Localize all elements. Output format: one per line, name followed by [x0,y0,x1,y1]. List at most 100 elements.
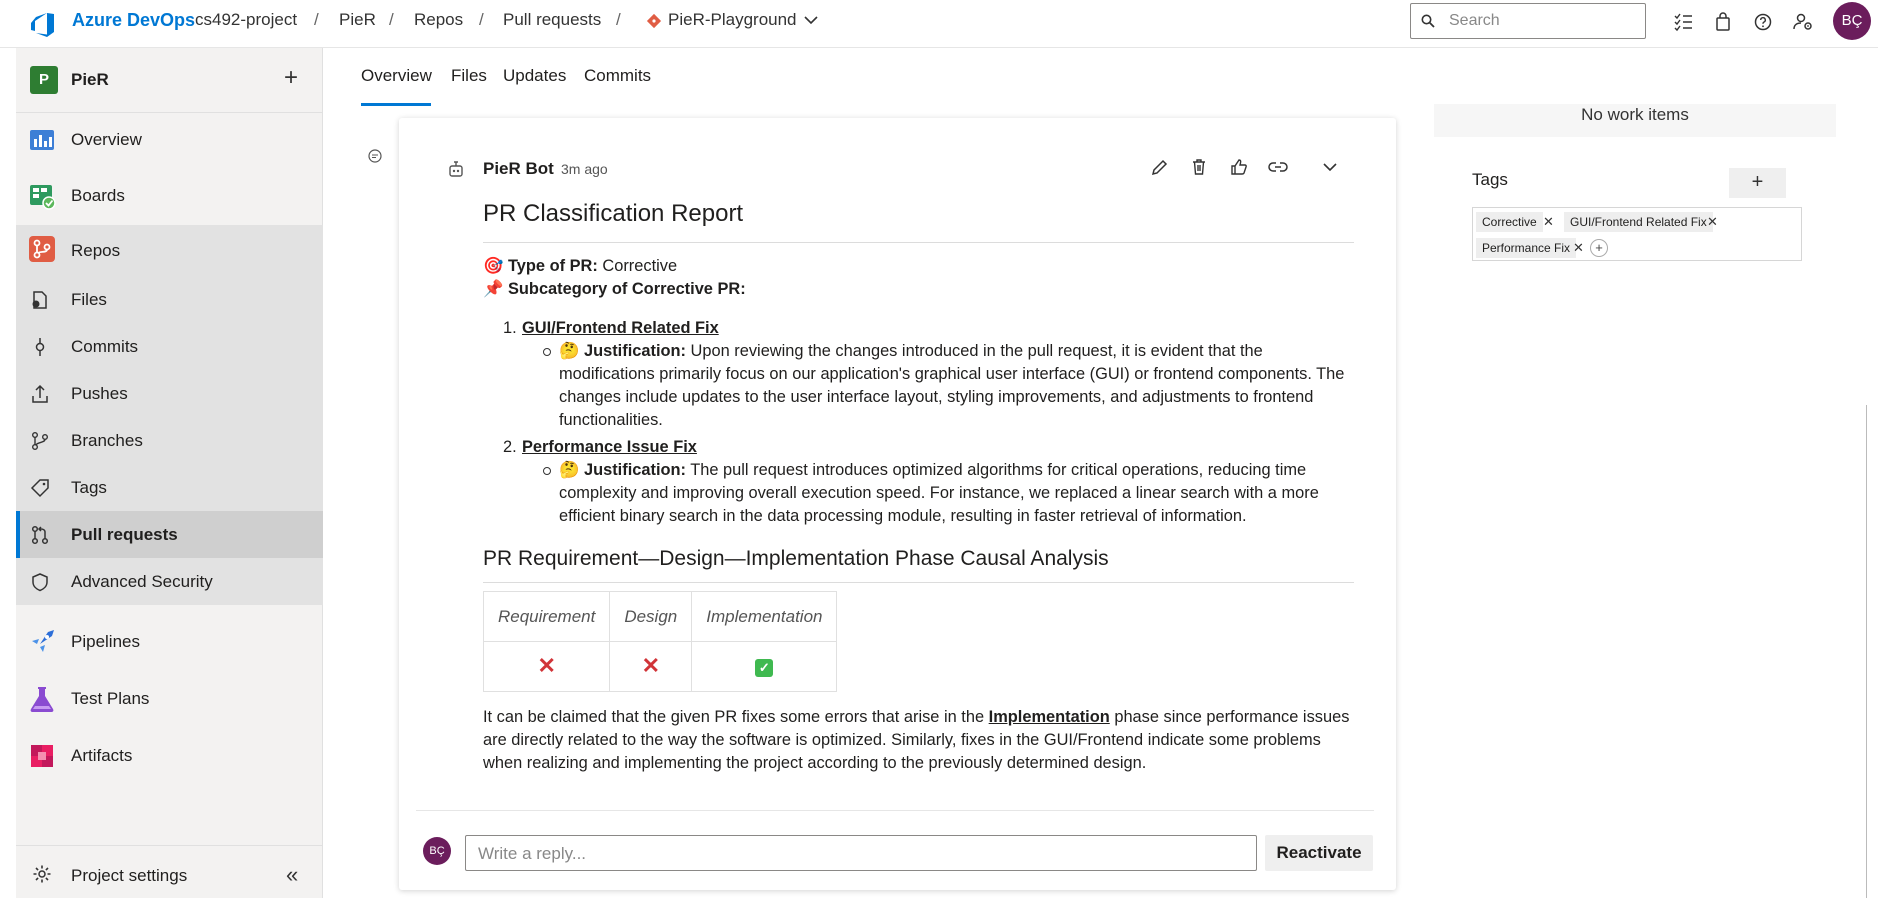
table-cell: ✕ [609,641,693,692]
delete-icon[interactable] [1189,157,1209,177]
thinking-emoji-icon: 🤔 [559,461,580,479]
table-header: Requirement [482,591,611,642]
table-header: Implementation [691,591,838,642]
commit-icon [35,338,45,356]
justification-item: 🤔 Justification: Upon reviewing the chan… [483,340,1354,432]
check-mark-icon: ✓ [755,659,774,677]
sidebar-item-label: Repos [71,241,121,260]
comment-timestamp: 3m ago [561,161,608,177]
task-list-icon[interactable] [1672,11,1694,33]
close-icon[interactable]: ✕ [1573,238,1584,258]
comment-icon[interactable] [367,148,383,164]
category-name: GUI/Frontend Related Fix [522,319,719,337]
add-tag-icon[interactable]: + [1590,239,1608,257]
azure-devops-logo-icon[interactable] [28,8,58,38]
tab-files[interactable]: Files [451,66,487,86]
repos-icon [29,236,55,262]
shield-icon [32,573,48,592]
tag-performance[interactable]: Performance Fix [1476,238,1577,258]
reactivate-button[interactable]: Reactivate [1265,835,1373,871]
project-settings-button[interactable]: Project settings « [16,854,323,898]
list-number: 1. [503,319,517,337]
breadcrumb-pull-requests[interactable]: Pull requests [503,10,601,30]
sidebar-item-label: Pushes [71,384,128,403]
collapse-sidebar-icon[interactable]: « [286,862,298,888]
list-item: 2. Performance Issue Fix [483,436,1354,459]
sidebar-item-pull-requests[interactable]: Pull requests [16,511,323,558]
sidebar-item-label: Branches [71,431,143,450]
breadcrumb-separator: / [314,10,319,29]
breadcrumb-project[interactable]: PieR [339,10,376,30]
close-icon[interactable]: ✕ [1707,212,1718,232]
list-number: 2. [503,438,517,456]
file-icon [32,291,47,309]
breadcrumb-repos[interactable]: Repos [414,10,463,30]
reply-input[interactable]: Write a reply... [465,835,1257,871]
sidebar-item-commits[interactable]: Commits [16,323,323,370]
sidebar-item-artifacts[interactable]: Artifacts [16,732,323,780]
avatar: BÇ [423,837,451,865]
chevron-down-icon[interactable] [803,14,819,26]
add-button[interactable]: + [284,64,298,92]
help-icon[interactable] [1752,11,1774,33]
boards-icon [30,185,56,210]
push-icon [32,384,48,403]
add-tag-button[interactable]: + [1729,168,1786,198]
breadcrumb-separator: / [389,10,394,29]
search-icon [1421,14,1435,28]
divider [16,112,323,113]
type-value: Corrective [602,257,678,275]
work-items-empty: No work items [1434,104,1836,137]
sidebar-item-boards[interactable]: Boards [16,172,323,220]
causal-analysis-table: Requirement Design Implementation ✕ ✕ ✓ [482,591,838,692]
pull-request-icon [31,525,49,545]
sidebar-item-pushes[interactable]: Pushes [16,370,323,417]
sidebar-item-tags[interactable]: Tags [16,464,323,511]
sidebar-item-label: Advanced Security [71,572,213,591]
table-cell: ✕ [482,641,611,692]
report-title: PR Classification Report [483,196,1354,243]
tag-corrective[interactable]: Corrective [1476,212,1543,232]
like-icon[interactable] [1229,157,1249,177]
sidebar-item-files[interactable]: Files [16,276,323,323]
brand-link[interactable]: Azure DevOps [72,10,195,31]
bullet [543,348,551,356]
sidebar-item-overview[interactable]: Overview [16,116,323,164]
project-badge: P [30,66,58,94]
tag-gui-frontend[interactable]: GUI/Frontend Related Fix [1564,212,1713,232]
edit-icon[interactable] [1150,157,1170,177]
search-input[interactable]: Search [1410,3,1646,39]
bullet [543,467,551,475]
chevron-down-icon[interactable] [1320,157,1340,177]
analysis-title: PR Requirement—Design—Implementation Pha… [483,544,1354,583]
sidebar-item-advanced-security[interactable]: Advanced Security [16,558,323,605]
project-header[interactable]: P PieR + [16,56,323,102]
user-avatar[interactable]: BÇ [1833,2,1871,40]
sidebar-item-test-plans[interactable]: Test Plans [16,675,323,723]
sidebar-item-pipelines[interactable]: Pipelines [16,618,323,666]
repo-selector[interactable]: PieR-Playground [668,10,797,30]
breadcrumb-org[interactable]: cs492-project [195,10,297,30]
thinking-emoji-icon: 🤔 [559,342,580,360]
shopping-bag-icon[interactable] [1712,11,1734,33]
sidebar-item-branches[interactable]: Branches [16,417,323,464]
bot-avatar-icon [449,161,463,177]
comment-author[interactable]: PieR Bot [483,159,554,179]
sidebar-item-label: Test Plans [71,689,150,708]
pipelines-icon [32,630,54,652]
git-repo-icon [646,13,662,29]
link-icon[interactable] [1268,157,1288,177]
divider [416,810,1374,811]
close-icon[interactable]: ✕ [1543,212,1554,232]
tab-overview[interactable]: Overview [361,66,432,86]
subcategory-label: Subcategory of Corrective PR: [507,280,746,298]
scrollbar[interactable] [1866,405,1867,898]
tab-commits[interactable]: Commits [584,66,651,86]
sidebar-item-label: Boards [71,186,125,205]
sidebar-item-repos[interactable]: Repos [16,225,323,276]
breadcrumb-separator: / [479,10,484,29]
paragraph-text: It can be claimed that the given PR fixe… [483,708,985,726]
tab-updates[interactable]: Updates [503,66,566,86]
overview-icon [30,130,54,150]
user-settings-icon[interactable] [1792,11,1814,33]
